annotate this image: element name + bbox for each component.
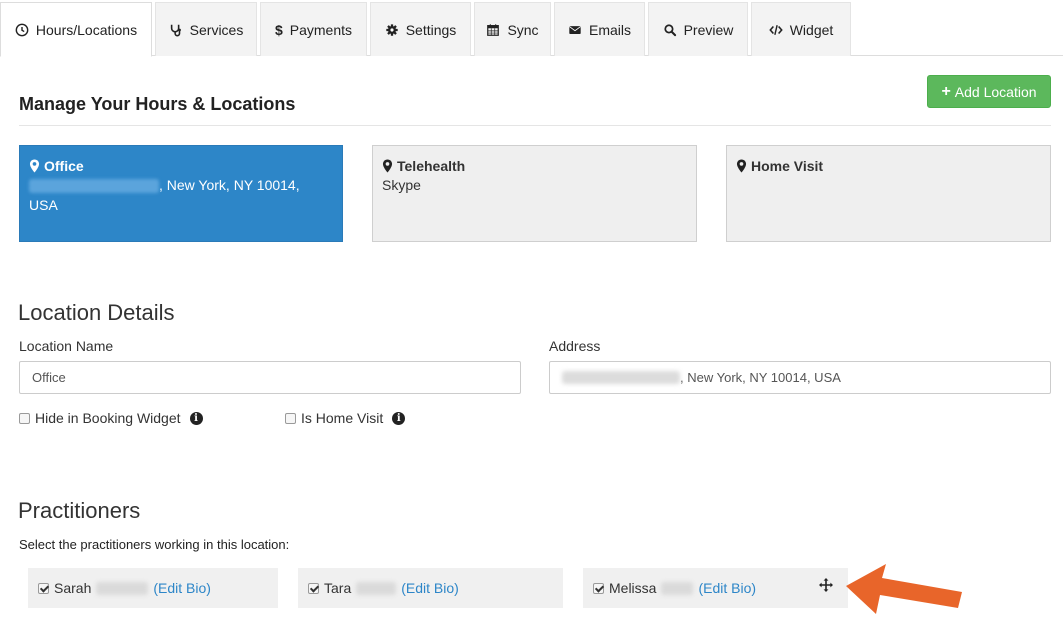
calendar-icon: [487, 23, 500, 36]
dollar-icon: $: [274, 21, 283, 38]
location-address-line2: USA: [29, 197, 58, 213]
tab-label: Payments: [289, 21, 353, 38]
location-name: Home Visit: [751, 158, 824, 174]
redacted-surname: [661, 581, 694, 595]
header-divider: [19, 125, 1051, 126]
map-marker-icon: [382, 159, 393, 173]
practitioner-name: Tara: [324, 580, 352, 596]
practitioner-checkbox[interactable]: [593, 582, 604, 594]
tab-services[interactable]: Services: [155, 2, 257, 56]
redacted-surname: [96, 581, 149, 595]
add-location-label: Add Location: [954, 83, 1037, 100]
redacted-surname: [356, 581, 397, 595]
clock-icon: [15, 23, 29, 36]
location-card-office[interactable]: Office , New York, NY 10014, USA: [19, 145, 343, 242]
tab-widget[interactable]: Widget: [751, 2, 851, 56]
tab-label: Settings: [405, 21, 457, 38]
location-name-label: Location Name: [19, 338, 114, 354]
tab-label: Services: [189, 21, 244, 38]
is-home-visit-option[interactable]: Is Home Visit i: [285, 410, 406, 426]
tab-hours-locations[interactable]: Hours/Locations: [0, 2, 152, 57]
hide-in-widget-label: Hide in Booking Widget: [35, 410, 181, 426]
plus-icon: +: [941, 82, 951, 100]
is-home-visit-label: Is Home Visit: [301, 410, 384, 426]
location-card-telehealth[interactable]: Telehealth Skype: [372, 145, 697, 242]
tab-label: Hours/Locations: [35, 21, 138, 38]
practitioner-checkbox[interactable]: [308, 582, 319, 594]
hide-in-widget-option[interactable]: Hide in Booking Widget i: [19, 410, 203, 426]
practitioner-card: Melissa (Edit Bio): [583, 568, 848, 608]
address-label: Address: [549, 338, 601, 354]
redacted-street: [562, 371, 680, 384]
tab-label: Widget: [789, 21, 834, 38]
tab-sync[interactable]: Sync: [474, 2, 551, 56]
envelope-icon: [569, 25, 581, 34]
redacted-street: [29, 179, 159, 194]
practitioners-subtitle: Select the practitioners working in this…: [19, 537, 290, 552]
location-name: Telehealth: [397, 158, 466, 174]
tab-payments[interactable]: $ Payments: [260, 2, 367, 56]
practitioner-card: Sarah (Edit Bio): [28, 568, 278, 608]
location-name: Office: [44, 158, 84, 174]
location-name-input[interactable]: Office: [19, 361, 521, 394]
edit-bio-link[interactable]: (Edit Bio): [153, 580, 211, 596]
stethoscope-icon: [170, 24, 181, 36]
info-icon[interactable]: i: [189, 411, 203, 425]
tab-settings[interactable]: Settings: [370, 2, 471, 56]
tab-bar: Hours/Locations Services $ Payments Sett…: [0, 0, 1063, 57]
tab-label: Emails: [588, 21, 631, 38]
info-icon[interactable]: i: [392, 411, 406, 425]
address-value: , New York, NY 10014, USA: [680, 370, 841, 385]
location-details-title: Location Details: [18, 300, 175, 325]
practitioner-card: Tara (Edit Bio): [298, 568, 563, 608]
page-title: Manage Your Hours & Locations: [19, 94, 296, 114]
tab-emails[interactable]: Emails: [554, 2, 645, 56]
practitioner-name: Melissa: [609, 580, 657, 596]
edit-bio-link[interactable]: (Edit Bio): [401, 580, 459, 596]
code-icon: [768, 24, 783, 35]
hide-in-widget-checkbox[interactable]: [19, 412, 30, 424]
location-address: , New York, NY 10014,: [159, 177, 300, 193]
tab-label: Sync: [507, 21, 539, 38]
map-marker-icon: [29, 159, 40, 173]
practitioner-checkbox[interactable]: [38, 582, 49, 594]
add-location-button[interactable]: + Add Location: [927, 75, 1051, 108]
tab-preview[interactable]: Preview: [648, 2, 748, 56]
location-name-value: Office: [32, 370, 66, 385]
practitioner-name: Sarah: [54, 580, 92, 596]
gear-icon: [386, 23, 398, 36]
annotation-arrow-icon: [846, 564, 962, 614]
location-card-home-visit[interactable]: Home Visit: [726, 145, 1051, 242]
edit-bio-link[interactable]: (Edit Bio): [698, 580, 756, 596]
map-marker-icon: [736, 159, 747, 173]
location-sub: Skype: [382, 177, 421, 193]
practitioners-title: Practitioners: [18, 498, 141, 523]
move-icon[interactable]: [818, 577, 834, 593]
search-icon: [663, 23, 676, 36]
tab-label: Preview: [683, 21, 734, 38]
address-input[interactable]: , New York, NY 10014, USA: [549, 361, 1051, 394]
is-home-visit-checkbox[interactable]: [285, 412, 296, 424]
